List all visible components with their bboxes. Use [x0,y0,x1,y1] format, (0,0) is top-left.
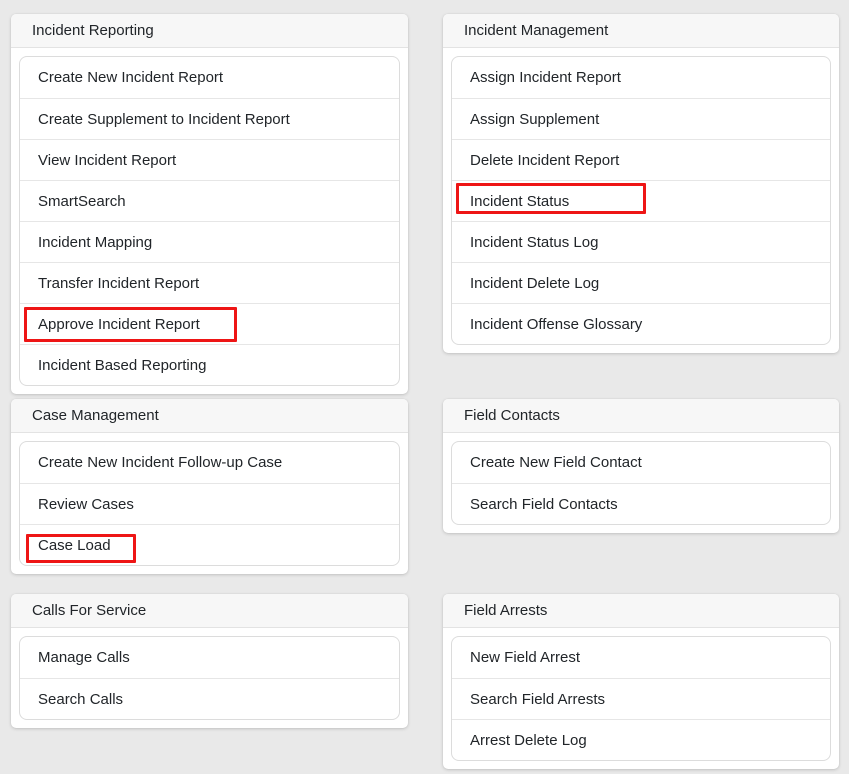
menu-item-new-field-arrest[interactable]: New Field Arrest [452,637,830,678]
menu-item-label: Create New Incident Follow-up Case [38,454,282,471]
panel-title: Field Contacts [464,407,560,424]
menu-item-create-new-incident-report[interactable]: Create New Incident Report [20,57,399,98]
menu-list: Manage Calls Search Calls [19,636,400,720]
menu-item-incident-delete-log[interactable]: Incident Delete Log [452,262,830,303]
menu-item-incident-mapping[interactable]: Incident Mapping [20,221,399,262]
menu-item-label: Incident Status Log [470,234,598,251]
menu-item-label: Incident Offense Glossary [470,316,642,333]
menu-item-label: Create New Incident Report [38,69,223,86]
menu-item-smartsearch[interactable]: SmartSearch [20,180,399,221]
panel-body: Create New Field Contact Search Field Con… [443,433,839,533]
panel-title: Case Management [32,407,159,424]
menu-item-label: New Field Arrest [470,649,580,666]
panel-title: Incident Management [464,22,608,39]
panel-body: Assign Incident Report Assign Supplement D… [443,48,839,353]
panel-incident-management: Incident Management Assign Incident Repor… [443,14,839,353]
menu-item-label: Assign Supplement [470,111,599,128]
menu-item-assign-supplement[interactable]: Assign Supplement [452,98,830,139]
menu-item-delete-incident-report[interactable]: Delete Incident Report [452,139,830,180]
menu-item-create-new-field-contact[interactable]: Create New Field Contact [452,442,830,483]
panel-incident-reporting: Incident Reporting Create New Incident Re… [11,14,408,394]
menu-item-search-calls[interactable]: Search Calls [20,678,399,719]
menu-item-label: Incident Delete Log [470,275,599,292]
menu-item-incident-status[interactable]: Incident Status [452,180,830,221]
menu-list: Assign Incident Report Assign Supplement D… [451,56,831,345]
menu-item-label: Create Supplement to Incident Report [38,111,290,128]
panel-header: Case Management [11,399,408,433]
menu-item-label: Search Field Contacts [470,496,618,513]
menu-item-incident-based-reporting[interactable]: Incident Based Reporting [20,344,399,385]
menu-list: Create New Incident Report Create Supplem… [19,56,400,386]
panel-row: Calls For Service Manage Calls Search Call… [11,594,839,769]
menu-item-assign-incident-report[interactable]: Assign Incident Report [452,57,830,98]
menu-item-search-field-contacts[interactable]: Search Field Contacts [452,483,830,524]
menu-item-label: Search Calls [38,691,123,708]
menu-item-label: Incident Status [470,193,569,210]
panel-grid: Incident Reporting Create New Incident Re… [11,14,839,769]
panel-title: Field Arrests [464,602,547,619]
menu-item-label: Delete Incident Report [470,152,619,169]
menu-item-search-field-arrests[interactable]: Search Field Arrests [452,678,830,719]
panel-row: Case Management Create New Incident Follo… [11,399,839,574]
menu-item-case-load[interactable]: Case Load [20,524,399,565]
menu-item-label: SmartSearch [38,193,126,210]
panel-header: Field Contacts [443,399,839,433]
menu-item-arrest-delete-log[interactable]: Arrest Delete Log [452,719,830,760]
menu-item-manage-calls[interactable]: Manage Calls [20,637,399,678]
menu-item-incident-status-log[interactable]: Incident Status Log [452,221,830,262]
panel-header: Incident Management [443,14,839,48]
menu-list: Create New Field Contact Search Field Con… [451,441,831,525]
panel-body: Create New Incident Report Create Supplem… [11,48,408,394]
panel-field-arrests: Field Arrests New Field Arrest Search Fiel… [443,594,839,769]
menu-item-approve-incident-report[interactable]: Approve Incident Report [20,303,399,344]
panel-title: Incident Reporting [32,22,154,39]
menu-item-label: Approve Incident Report [38,316,200,333]
menu-item-label: Create New Field Contact [470,454,642,471]
panel-header: Calls For Service [11,594,408,628]
menu-item-label: Arrest Delete Log [470,732,587,749]
menu-item-review-cases[interactable]: Review Cases [20,483,399,524]
menu-list: New Field Arrest Search Field Arrests Arre… [451,636,831,761]
menu-item-label: Incident Mapping [38,234,152,251]
panel-header: Field Arrests [443,594,839,628]
menu-item-label: Search Field Arrests [470,691,605,708]
panel-calls-for-service: Calls For Service Manage Calls Search Call… [11,594,408,728]
menu-item-label: Manage Calls [38,649,130,666]
menu-item-view-incident-report[interactable]: View Incident Report [20,139,399,180]
panel-header: Incident Reporting [11,14,408,48]
menu-item-label: Assign Incident Report [470,69,621,86]
menu-item-transfer-incident-report[interactable]: Transfer Incident Report [20,262,399,303]
menu-item-label: Review Cases [38,496,134,513]
menu-item-label: Incident Based Reporting [38,357,206,374]
menu-item-create-new-incident-follow-up-case[interactable]: Create New Incident Follow-up Case [20,442,399,483]
panel-field-contacts: Field Contacts Create New Field Contact Se… [443,399,839,533]
panel-body: Create New Incident Follow-up Case Review… [11,433,408,574]
panel-case-management: Case Management Create New Incident Follo… [11,399,408,574]
panel-body: New Field Arrest Search Field Arrests Arre… [443,628,839,769]
menu-item-create-supplement-to-incident-report[interactable]: Create Supplement to Incident Report [20,98,399,139]
menu-item-label: Case Load [38,537,111,554]
panel-title: Calls For Service [32,602,146,619]
menu-item-label: Transfer Incident Report [38,275,199,292]
panel-body: Manage Calls Search Calls [11,628,408,728]
panel-row: Incident Reporting Create New Incident Re… [11,14,839,394]
menu-item-incident-offense-glossary[interactable]: Incident Offense Glossary [452,303,830,344]
menu-list: Create New Incident Follow-up Case Review… [19,441,400,566]
menu-item-label: View Incident Report [38,152,176,169]
